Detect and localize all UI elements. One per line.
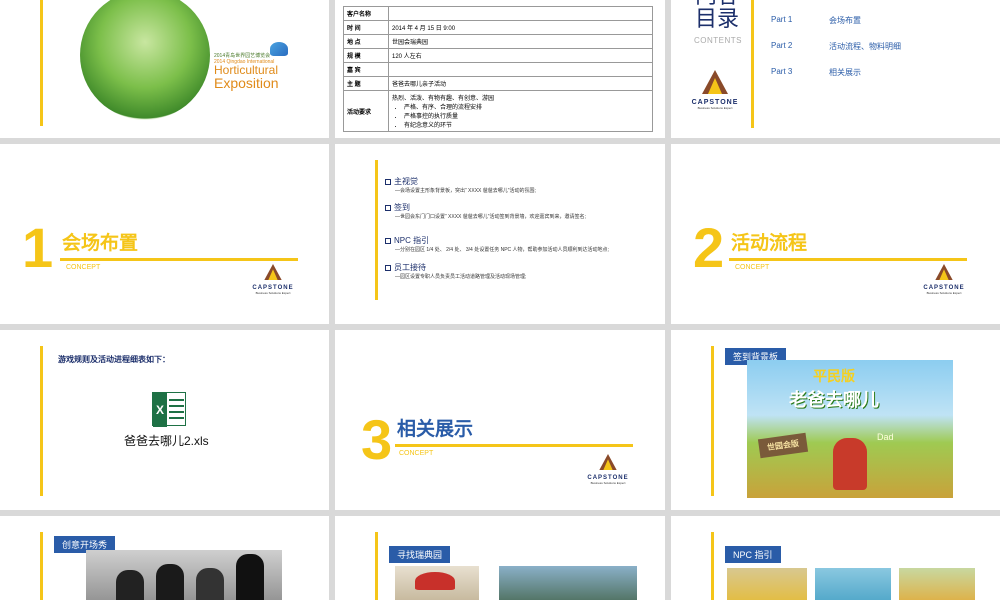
accent-bar: [40, 346, 43, 496]
slide-expo-cover[interactable]: 2014青岛世界园艺博览会 2014 Qingdao International…: [0, 0, 329, 138]
section-number: 2: [693, 216, 725, 279]
table-row: 客户名称: [343, 6, 653, 21]
npc-photo-3: [899, 568, 975, 600]
section-title: 会场布置: [62, 233, 139, 254]
accent-bar: [40, 0, 43, 126]
expo-year-cn: 2014青岛世界园艺博览会: [214, 53, 271, 59]
capstone-logo: CAPSTONE Business Solutions Expert: [583, 454, 633, 485]
accent-bar: [375, 160, 378, 300]
section-underline: [395, 444, 633, 447]
backdrop-poster-image: 平民版 老爸去哪儿 世园会版 Dad: [747, 360, 953, 498]
part-2-text: 活动流程、物料明细: [829, 42, 901, 51]
accent-bar: [751, 0, 754, 128]
garden-photo-1: [395, 566, 479, 600]
capstone-logo: CAPSTONE Business Solutions Expert: [919, 264, 969, 295]
item-heading: 员工接待: [385, 262, 426, 273]
table-row: 活动要求 热烈、活泼、有物有趣、有创意、游园 严格、有序、合理的流程安排 严格事…: [343, 90, 653, 132]
slide-find-garden[interactable]: 寻找瑞典园: [335, 516, 665, 600]
opening-show-photo: [86, 550, 282, 600]
item-description: —园区设置专职人员负责员工活动道路管理及活动现场管理;: [395, 274, 527, 280]
slide-npc-guide[interactable]: NPC 指引: [671, 516, 1000, 600]
slide-venue-items[interactable]: 主视觉 —会场设置主形象背景板，突出“ XXXX 爸爸去哪儿”活动的氛围; 签到…: [335, 144, 665, 324]
slide-grid: 2014青岛世界园艺博览会 2014 Qingdao International…: [0, 0, 1000, 600]
section-number: 1: [22, 216, 54, 279]
excel-file-name[interactable]: 爸爸去哪儿2.xls: [124, 432, 209, 449]
capstone-triangle-icon: [264, 264, 282, 280]
part-1-text: 会场布置: [829, 16, 861, 25]
slide-section-1[interactable]: 1 会场布置 CONCEPT CAPSTONE Business Solutio…: [0, 144, 329, 324]
capstone-triangle-icon: [599, 454, 617, 470]
section-tag: NPC 指引: [725, 546, 781, 563]
capstone-triangle-icon: [702, 70, 728, 94]
section-title: 相关展示: [397, 419, 474, 440]
expo-globe-image: [80, 0, 210, 120]
section-concept: CONCEPT: [66, 264, 101, 271]
excel-file-icon[interactable]: X: [152, 392, 186, 427]
expo-title: Horticultural Exposition: [214, 63, 279, 91]
slide-signin-backdrop[interactable]: 签到背景板 平民版 老爸去哪儿 世园会版 Dad: [671, 330, 1000, 510]
poster-title: 平民版 老爸去哪儿: [789, 368, 879, 410]
item-heading: 签到: [385, 202, 410, 213]
npc-photo-1: [727, 568, 807, 600]
poster-dad-label: Dad: [877, 432, 894, 442]
section-underline: [60, 258, 298, 261]
table-row: 地 点世园会瑞典园: [343, 34, 653, 49]
section-underline: [729, 258, 967, 261]
slide-section-2[interactable]: 2 活动流程 CONCEPT CAPSTONE Business Solutio…: [671, 144, 1000, 324]
poster-figures: [833, 438, 867, 490]
item-description: —世园会东门门口设置“ XXXX 爸爸去哪儿”活动签到背景墙，欢迎嘉宾到来，邀请…: [395, 214, 586, 220]
contents-title: 内容 目录: [695, 0, 740, 32]
slide-game-rules[interactable]: 游戏规则及活动进程细表如下： X 爸爸去哪儿2.xls: [0, 330, 329, 510]
butterfly-icon: [270, 42, 288, 56]
garden-photo-2: [499, 566, 637, 600]
part-3-label: Part 3: [771, 67, 793, 76]
accent-bar: [711, 346, 714, 496]
requirement-list: 严格、有序、合理的流程安排 严格事控的执行质量 有纪念意义的环节: [392, 102, 649, 129]
accent-bar: [375, 532, 378, 600]
section-concept: CONCEPT: [735, 264, 770, 271]
slide-event-info[interactable]: 客户名称 时 间 2014 年 4 月 15 日 9:00 地 点世园会瑞典园 规…: [335, 0, 665, 138]
part-1-label: Part 1: [771, 15, 793, 24]
section-tag: 寻找瑞典园: [389, 546, 451, 563]
item-heading: 主视觉: [385, 176, 418, 187]
game-rules-heading: 游戏规则及活动进程细表如下：: [58, 355, 170, 364]
section-number: 3: [361, 408, 393, 471]
capstone-logo: CAPSTONE Business Solutions Expert: [248, 264, 298, 295]
event-info-table: 客户名称 时 间 2014 年 4 月 15 日 9:00 地 点世园会瑞典园 规…: [343, 6, 653, 132]
accent-bar: [711, 532, 714, 600]
capstone-triangle-icon: [935, 264, 953, 280]
item-description: —会场设置主形象背景板，突出“ XXXX 爸爸去哪儿”活动的氛围;: [395, 188, 536, 194]
part-3-text: 相关展示: [829, 68, 861, 77]
table-row: 主 题爸爸去哪儿亲子活动: [343, 76, 653, 91]
section-concept: CONCEPT: [399, 450, 434, 457]
table-row: 规 模 120 人左右: [343, 48, 653, 63]
part-2-label: Part 2: [771, 41, 793, 50]
npc-photo-2: [815, 568, 891, 600]
accent-bar: [40, 532, 43, 600]
table-row: 嘉 宾: [343, 62, 653, 77]
poster-sign: 世园会版: [757, 432, 809, 459]
contents-subtitle: CONTENTS: [694, 36, 742, 45]
capstone-logo: CAPSTONE Business Solutions Expert: [685, 70, 745, 110]
table-row: 时 间 2014 年 4 月 15 日 9:00: [343, 20, 653, 35]
item-description: —分别在园区 1/4 处、 2/4 处、 3/4 处设置任务 NPC 人物，帮助…: [395, 247, 609, 253]
item-heading: NPC 指引: [385, 235, 429, 246]
slide-contents[interactable]: 内容 目录 CONTENTS Part 1 会场布置 Part 2 活动流程、物…: [671, 0, 1000, 138]
section-title: 活动流程: [731, 233, 808, 254]
slide-section-3[interactable]: 3 相关展示 CONCEPT CAPSTONE Business Solutio…: [335, 330, 665, 510]
slide-opening-show[interactable]: 创意开场秀: [0, 516, 329, 600]
